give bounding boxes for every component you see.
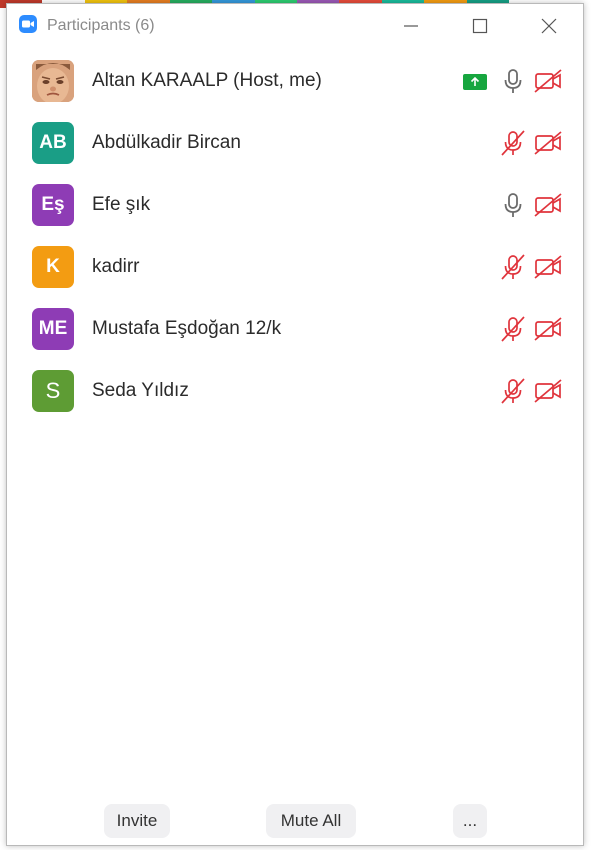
maximize-button[interactable] xyxy=(458,4,502,48)
mute-all-button[interactable]: Mute All xyxy=(266,804,356,838)
video-off-icon[interactable] xyxy=(534,69,562,93)
video-off-icon[interactable] xyxy=(534,379,562,403)
participant-row[interactable]: ME Mustafa Eşdoğan 12/k xyxy=(7,298,583,360)
microphone-icon[interactable] xyxy=(499,67,527,95)
participants-window: Participants (6) Altan KARAALP (Host, me… xyxy=(6,3,584,846)
close-icon xyxy=(541,18,557,34)
avatar-photo xyxy=(32,60,74,102)
participant-name: Mustafa Eşdoğan 12/k xyxy=(92,318,282,339)
close-button[interactable] xyxy=(527,4,571,48)
avatar-face-image xyxy=(32,60,74,102)
video-off-icon[interactable] xyxy=(534,317,562,341)
video-off-icon[interactable] xyxy=(534,193,562,217)
participant-name: Altan KARAALP (Host, me) xyxy=(92,70,322,91)
participant-name: kadirr xyxy=(92,256,140,277)
participants-footer: Invite Mute All ... xyxy=(7,804,583,840)
participant-row[interactable]: S Seda Yıldız xyxy=(7,360,583,422)
zoom-video-icon xyxy=(19,15,37,33)
microphone-muted-icon[interactable] xyxy=(499,253,527,281)
microphone-muted-icon[interactable] xyxy=(499,377,527,405)
window-title: Participants (6) xyxy=(47,17,155,34)
microphone-muted-icon[interactable] xyxy=(499,315,527,343)
title-bar[interactable]: Participants (6) xyxy=(7,4,583,48)
avatar-initials-text: K xyxy=(46,256,60,277)
avatar-initials: AB xyxy=(32,122,74,164)
participant-row[interactable]: AB Abdülkadir Bircan xyxy=(7,112,583,174)
participant-row[interactable]: K kadirr xyxy=(7,236,583,298)
participant-row[interactable]: Eş Efe şık xyxy=(7,174,583,236)
maximize-icon xyxy=(472,18,488,34)
microphone-icon[interactable] xyxy=(499,191,527,219)
invite-button[interactable]: Invite xyxy=(104,804,170,838)
more-options-button[interactable]: ... xyxy=(453,804,487,838)
avatar-initials: ME xyxy=(32,308,74,350)
minimize-icon xyxy=(404,25,418,27)
avatar-initials: S xyxy=(32,370,74,412)
share-arrow-icon xyxy=(470,77,480,86)
participant-row[interactable]: Altan KARAALP (Host, me) xyxy=(7,50,583,112)
minimize-button[interactable] xyxy=(389,4,433,48)
avatar-initials: Eş xyxy=(32,184,74,226)
participant-name: Efe şık xyxy=(92,194,151,215)
avatar-initials-text: Eş xyxy=(41,194,65,215)
video-off-icon[interactable] xyxy=(534,255,562,279)
avatar-initials-text: S xyxy=(45,378,61,403)
participant-name: Abdülkadir Bircan xyxy=(92,132,241,153)
video-off-icon[interactable] xyxy=(534,131,562,155)
avatar-initials: K xyxy=(32,246,74,288)
avatar-initials-text: AB xyxy=(39,132,67,153)
microphone-muted-icon[interactable] xyxy=(499,129,527,157)
screen-share-badge[interactable] xyxy=(463,74,487,90)
participant-name: Seda Yıldız xyxy=(92,380,189,401)
avatar-initials-text: ME xyxy=(38,318,68,339)
